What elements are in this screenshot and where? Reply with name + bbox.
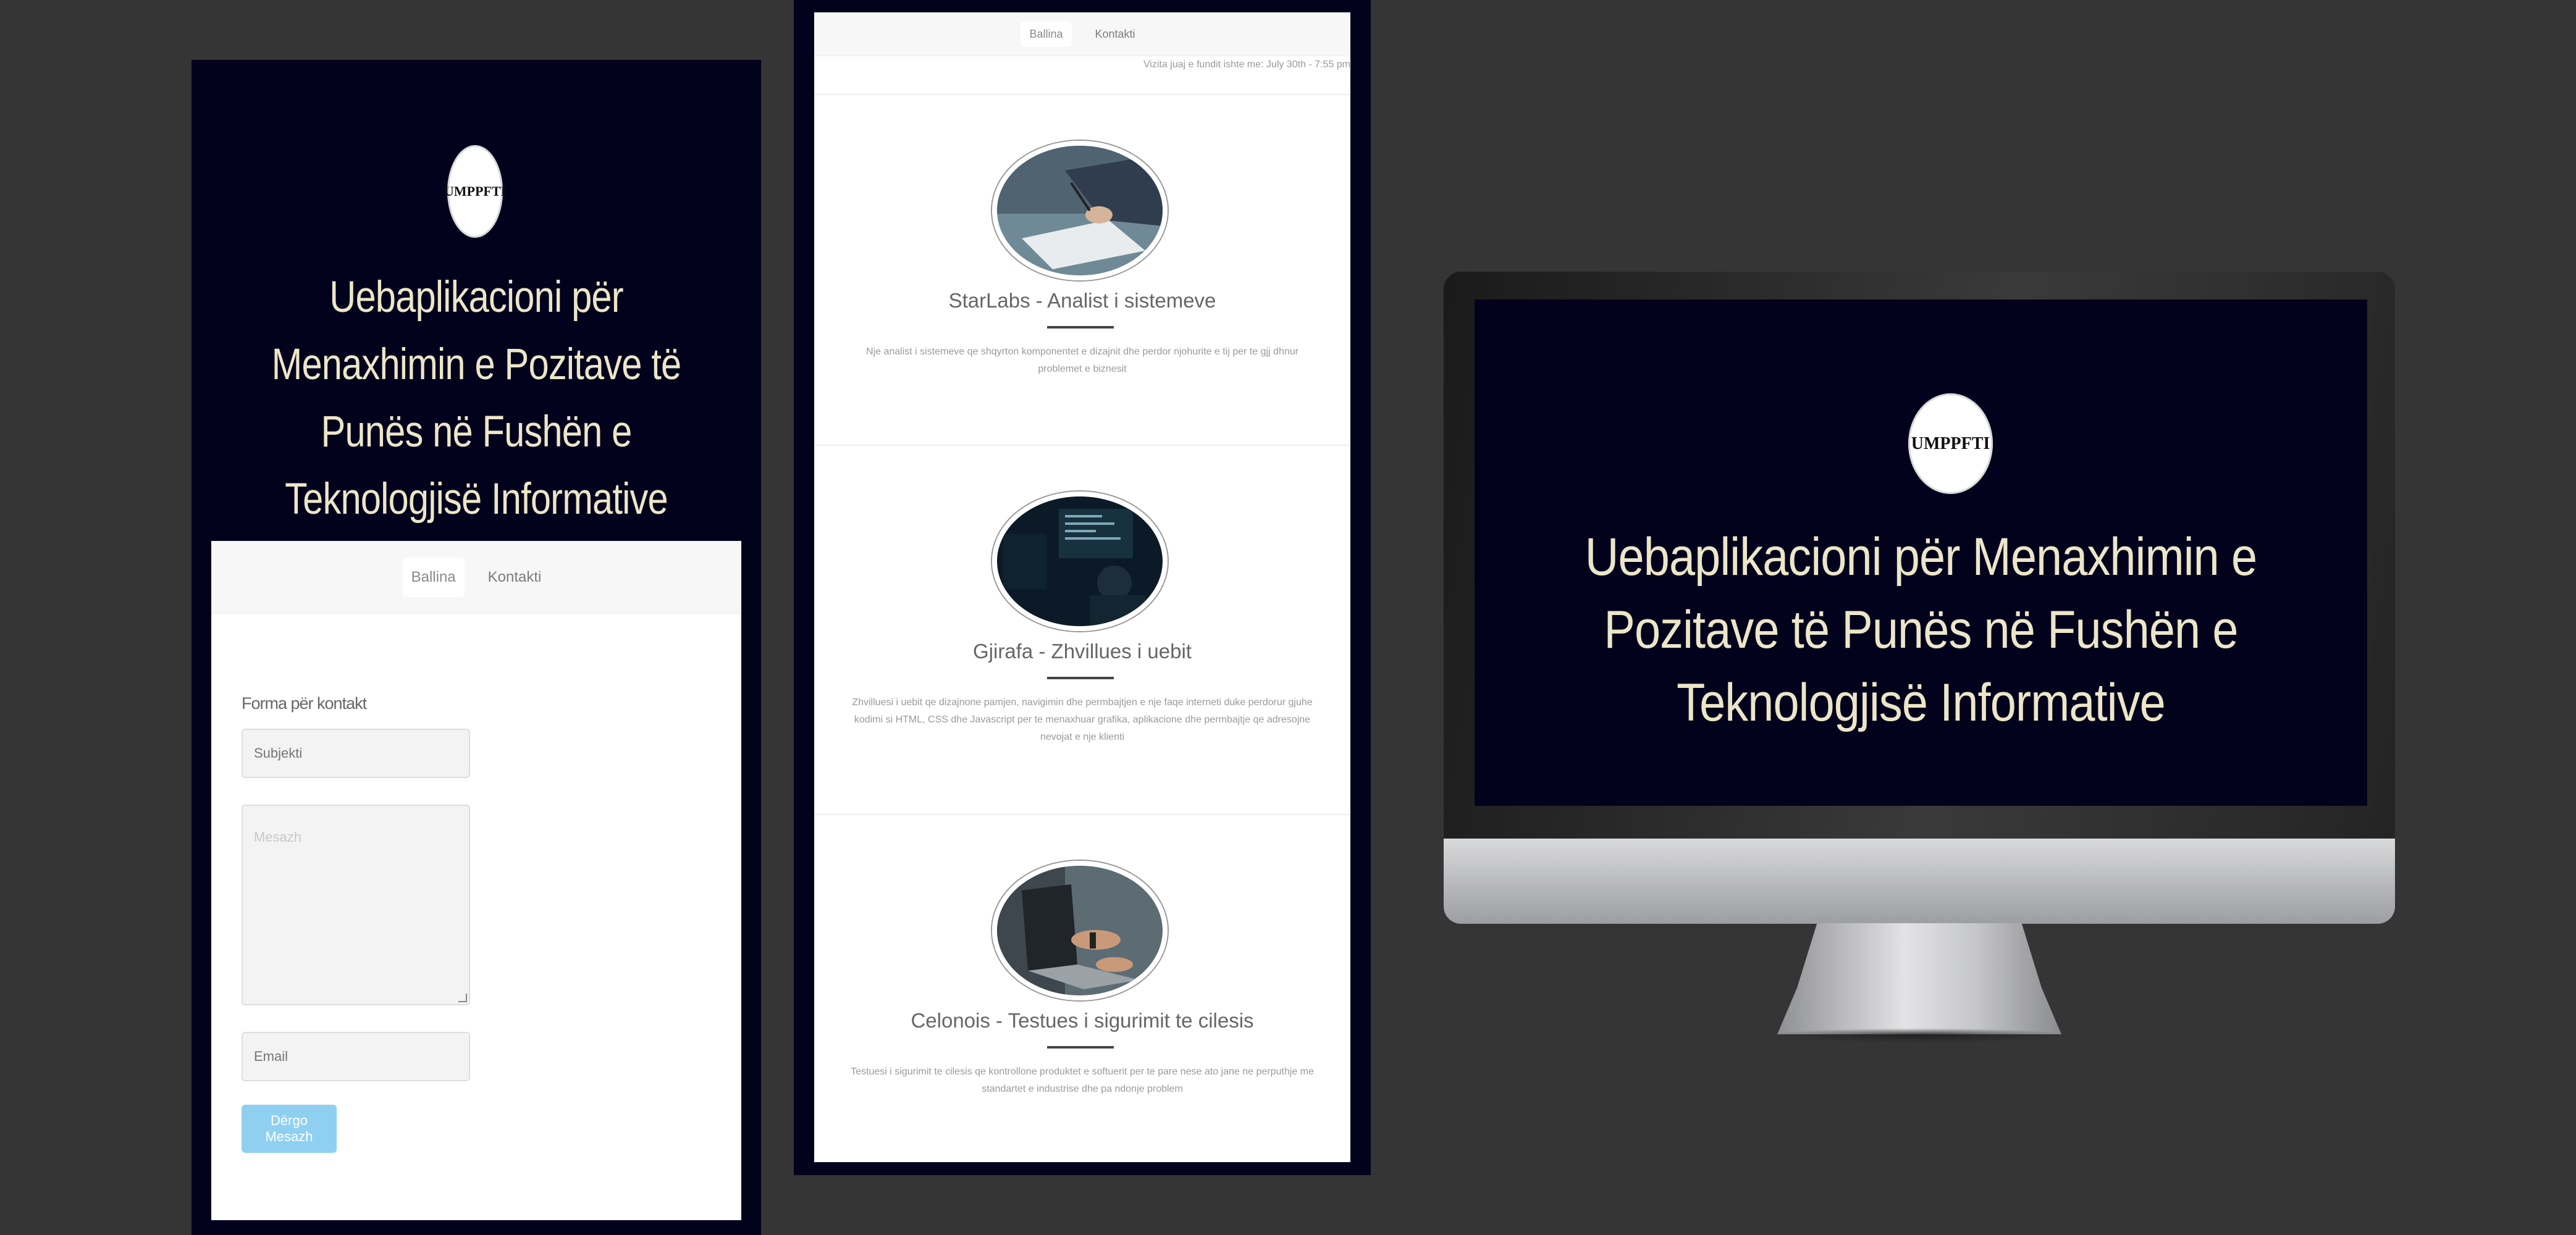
jobs-page-mockup: Ballina Kontakti Vizita juaj e fundit is… [794,0,1371,1175]
message-placeholder: Mesazh [254,829,302,845]
developer-monitors-icon [997,496,1163,626]
job-description: Zhvilluesi i uebit qe dizajnone pamjen, … [852,697,1313,742]
job-listing[interactable]: Gjirafa - Zhvillues i uebit Zhvilluesi i… [814,445,1350,815]
hero-title: Uebaplikacioni për Menaxhimin e Pozitave… [1585,527,2257,732]
monitor-screen: UMPPFTI Uebaplikacioni për Menaxhimin e … [1475,299,2367,806]
desktop-monitor-mockup: UMPPFTI Uebaplikacioni për Menaxhimin e … [1444,272,2395,1043]
navbar: Ballina Kontakti [211,541,741,614]
contact-page-mockup: UMPPFTI Uebaplikacioni për Menaxhimin e … [192,60,761,1235]
job-title: StarLabs - Analist i sistemeve [948,289,1216,312]
job-description: Testuesi i sigurimit te cilesis qe kontr… [851,1066,1314,1094]
job-image [992,141,1168,280]
navbar: Ballina Kontakti [814,12,1350,56]
job-image [992,492,1168,631]
job-description: Nje analist i sistemeve qe shqyrton komp… [866,346,1299,374]
monitor-bezel: UMPPFTI Uebaplikacioni për Menaxhimin e … [1444,272,2395,840]
stand-shadow [1765,1028,2074,1043]
umppfti-logo: UMPPFTI [444,145,506,238]
job-listing[interactable]: StarLabs - Analist i sistemeve Nje anali… [814,94,1350,446]
title-divider [1047,326,1114,329]
content-card: Ballina Kontakti Forma për kontakt Mesaz… [211,541,741,1220]
subject-input[interactable] [242,729,470,778]
hands-laptop-icon [997,866,1163,995]
umppfti-logo: UMPPFTI [1908,393,1993,494]
job-image [992,861,1168,1000]
job-title: Celonois - Testues i sigurimit te cilesi… [911,1009,1254,1032]
last-visit-text: Vizita juaj e fundit ishte me: July 30th… [1143,59,1350,70]
email-input[interactable] [242,1032,470,1081]
message-textarea[interactable]: Mesazh [242,805,470,1005]
nav-ballina[interactable]: Ballina [402,557,465,597]
monitor-stand [1777,923,2061,1034]
contact-form-title: Forma për kontakt [242,694,367,713]
job-listing[interactable]: Celonois - Testues i sigurimit te cilesi… [814,814,1350,1163]
jobs-card: Ballina Kontakti Vizita juaj e fundit is… [814,12,1350,1162]
nav-kontakti[interactable]: Kontakti [479,558,550,597]
person-writing-icon [997,146,1163,275]
send-message-button[interactable]: Dërgo Mesazh [242,1105,337,1153]
title-divider [1047,677,1114,679]
resize-handle-icon[interactable] [458,994,467,1002]
nav-ballina[interactable]: Ballina [1021,21,1072,47]
hero-title: Uebaplikacioni për Menaxhimin e Pozitave… [271,273,682,524]
job-title: Gjirafa - Zhvillues i uebit [973,640,1192,663]
monitor-chin [1444,839,2395,924]
nav-kontakti[interactable]: Kontakti [1087,22,1144,47]
title-divider [1047,1046,1114,1049]
